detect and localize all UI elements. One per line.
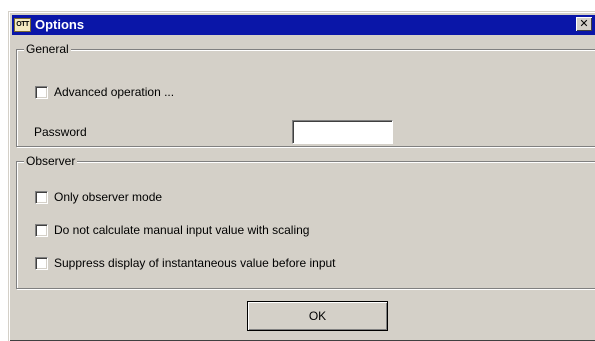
suppress-instantaneous-value-label: Suppress display of instantaneous value … <box>54 256 336 270</box>
options-dialog: OTT Options ✕ General Advanced operation… <box>8 11 595 341</box>
title-bar[interactable]: OTT Options ✕ <box>12 15 595 35</box>
no-scaling-calculation-checkbox[interactable] <box>35 223 48 237</box>
close-button[interactable]: ✕ <box>576 17 592 31</box>
general-group-label: General <box>24 42 71 56</box>
password-label: Password <box>34 125 87 139</box>
advanced-operation-checkbox[interactable] <box>35 85 48 99</box>
only-observer-mode-label: Only observer mode <box>54 190 163 204</box>
only-observer-mode-option[interactable]: Only observer mode <box>35 190 162 204</box>
dialog-title: Options <box>35 17 85 32</box>
advanced-operation-label: Advanced operation ... <box>54 85 175 99</box>
observer-group-label: Observer <box>24 154 78 168</box>
close-icon: ✕ <box>579 17 589 30</box>
general-groupbox: General Advanced operation ... Password <box>16 42 595 147</box>
suppress-instantaneous-value-option[interactable]: Suppress display of instantaneous value … <box>35 256 336 270</box>
only-observer-mode-checkbox[interactable] <box>35 190 48 204</box>
suppress-instantaneous-value-checkbox[interactable] <box>35 256 48 270</box>
no-scaling-calculation-option[interactable]: Do not calculate manual input value with… <box>35 223 309 237</box>
password-input[interactable] <box>292 120 393 144</box>
observer-groupbox: Observer Only observer mode Do not calcu… <box>16 154 595 289</box>
no-scaling-calculation-label: Do not calculate manual input value with… <box>54 223 310 237</box>
ok-button[interactable]: OK <box>247 301 388 331</box>
app-logo-icon: OTT <box>14 18 31 32</box>
advanced-operation-option[interactable]: Advanced operation ... <box>35 85 174 99</box>
